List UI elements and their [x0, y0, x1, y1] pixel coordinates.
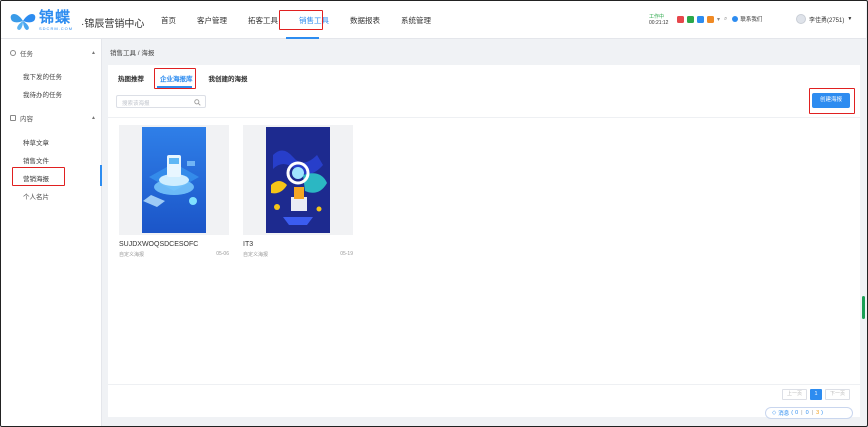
orange-app-icon[interactable] [707, 15, 714, 23]
message-label: 消息 [778, 411, 790, 417]
logo-text: 锦蝶 [39, 9, 72, 26]
main-content: 热图推荐 企业海报库 我创建的海报 搜索该海报 创建海报 SUJDXWOQSDC… [108, 65, 860, 417]
prev-page-button[interactable]: 上一页 [782, 389, 808, 400]
poster-image [266, 127, 330, 233]
sidebar-group-tasks[interactable]: 任务 ▲ [10, 48, 98, 58]
app-window: 锦蝶 SDCRM.COM ·锦辰营销中心 首页 客户管理 拓客工具 销售工具 数… [0, 0, 868, 427]
avatar [796, 14, 806, 24]
poster-date: 05-19 [340, 251, 353, 257]
highlight-tab-enterprise [154, 68, 196, 89]
scrollbar-thumb[interactable] [862, 296, 865, 319]
chat-icon [732, 16, 739, 22]
poster-source: 自定义海报 [119, 252, 145, 258]
red-app-icon[interactable] [677, 15, 684, 23]
poster-card[interactable]: IT3 自定义海报 05-19 [243, 125, 353, 258]
poster-thumbnail[interactable] [243, 125, 353, 235]
sidebar-group-label: 内容 [20, 116, 33, 123]
sidebar-item-my-todo-tasks[interactable]: 我待办的任务 [23, 89, 62, 99]
tab-hot-recommend[interactable]: 热图推荐 [118, 73, 144, 83]
pagination: 上一页 1 下一页 [782, 389, 853, 400]
poster-search-input[interactable]: 搜索该海报 [116, 95, 206, 108]
sidebar-item-my-issued-tasks[interactable]: 我下发的任务 [23, 71, 62, 81]
sidebar-item-sales-files[interactable]: 销售文件 [23, 155, 49, 165]
nav-reports[interactable]: 数据报表 [350, 15, 380, 26]
search-icon[interactable]: ⌕ [724, 16, 727, 23]
search-placeholder: 搜索该海报 [122, 101, 150, 107]
message-count-c: 3 [816, 410, 820, 416]
nav-customers[interactable]: 客户管理 [197, 15, 227, 26]
content-icon [10, 115, 16, 121]
highlight-sidebar-posters [12, 167, 65, 186]
chevron-down-icon[interactable]: ▾ [717, 16, 720, 23]
nav-home[interactable]: 首页 [161, 15, 176, 26]
sidebar-active-indicator [100, 165, 102, 186]
timer-value: 00:21:12 [649, 20, 669, 26]
top-bar: 锦蝶 SDCRM.COM ·锦辰营销中心 首页 客户管理 拓客工具 销售工具 数… [1, 1, 866, 39]
contact-us-link[interactable]: 联系我们 [732, 15, 762, 23]
contact-us-label: 联系我们 [740, 17, 763, 23]
tab-my-created[interactable]: 我创建的海报 [209, 73, 248, 83]
poster-title: IT3 [243, 241, 254, 248]
logo[interactable]: 锦蝶 SDCRM.COM [9, 10, 73, 31]
divider [108, 384, 860, 385]
poster-title: SUJDXWOQSDCESOFC [119, 241, 199, 248]
brand-name: ·锦辰营销中心 [81, 19, 145, 30]
poster-thumbnail[interactable] [119, 125, 229, 235]
caret-up-icon: ▲ [91, 115, 96, 121]
logo-subtext: SDCRM.COM [39, 26, 74, 31]
page-number-button[interactable]: 1 [810, 389, 823, 400]
message-badge[interactable]: ◇ 消息 ( 0 | 0 | 3 ) [765, 407, 853, 419]
blue-app-icon[interactable] [697, 15, 704, 23]
chevron-down-icon: ▼ [847, 16, 853, 22]
highlight-nav-sales-tools [279, 10, 323, 30]
nav-system[interactable]: 系统管理 [401, 15, 431, 26]
search-icon[interactable] [194, 98, 201, 106]
nav-prospecting[interactable]: 拓客工具 [248, 15, 278, 26]
task-icon [10, 50, 16, 56]
sidebar-item-business-card[interactable]: 个人名片 [23, 191, 49, 201]
next-page-button[interactable]: 下一页 [825, 389, 851, 400]
message-count-a: 0 [795, 410, 799, 416]
divider [108, 117, 860, 118]
header-tools: ▾ ⌕ 联系我们 [677, 15, 762, 23]
user-name: 李佳勇(2751) [809, 17, 845, 24]
highlight-create-button [809, 88, 855, 114]
nav-active-indicator [286, 37, 319, 39]
message-count-b: 0 [805, 410, 809, 416]
user-menu[interactable]: 李佳勇(2751) ▼ [796, 14, 852, 24]
poster-source: 自定义海报 [243, 252, 269, 258]
sidebar-group-label: 任务 [20, 51, 33, 58]
poster-image [142, 127, 206, 233]
green-app-icon[interactable] [687, 15, 694, 23]
poster-card[interactable]: SUJDXWOQSDCESOFC 自定义海报 05-06 [119, 125, 229, 258]
caret-up-icon: ▲ [91, 50, 96, 56]
sidebar-item-articles[interactable]: 种草文章 [23, 137, 49, 147]
sidebar-group-content[interactable]: 内容 ▲ [10, 113, 98, 123]
work-timer: 工作中 00:21:12 [649, 14, 668, 26]
poster-date: 05-06 [216, 251, 229, 257]
eye-icon: ◇ [772, 410, 777, 416]
breadcrumb: 销售工具 / 海报 [110, 50, 155, 57]
butterfly-logo-icon [10, 13, 36, 30]
sidebar: 任务 ▲ 我下发的任务 我待办的任务 内容 ▲ 种草文章 销售文件 营销海报 个… [1, 39, 102, 426]
